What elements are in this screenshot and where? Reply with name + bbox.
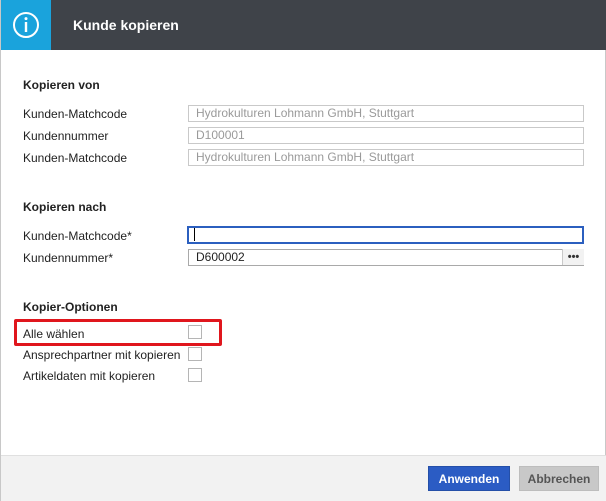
to-matchcode-label: Kunden-Matchcode* — [23, 229, 132, 243]
from-matchcode-field: Hydrokulturen Lohmann GmbH, Stuttgart — [188, 105, 584, 122]
to-number-input[interactable]: D600002 — [188, 249, 584, 266]
to-number-value: D600002 — [196, 250, 245, 264]
from-matchcode-label: Kunden-Matchcode — [23, 107, 128, 121]
dialog-titlebar: Kunde kopieren — [1, 0, 606, 50]
select-all-highlight-box — [14, 319, 222, 346]
option-articles-label: Artikeldaten mit kopieren — [23, 369, 156, 383]
from-number-label: Kundennummer — [23, 129, 109, 143]
to-matchcode-input[interactable] — [187, 226, 584, 244]
section-title-copy-to: Kopieren nach — [23, 200, 107, 214]
text-caret — [194, 228, 195, 241]
info-icon — [1, 0, 51, 50]
dialog-title: Kunde kopieren — [73, 17, 179, 33]
copy-customer-dialog: Kunde kopieren Kopieren von Kunden-Match… — [0, 0, 606, 501]
section-title-options: Kopier-Optionen — [23, 300, 118, 314]
to-number-label: Kundennummer* — [23, 251, 114, 265]
dialog-footer — [1, 455, 606, 501]
from-matchcode2-label: Kunden-Matchcode — [23, 151, 128, 165]
cancel-button[interactable]: Abbrechen — [519, 466, 599, 491]
from-number-field: D100001 — [188, 127, 584, 144]
from-matchcode2-field: Hydrokulturen Lohmann GmbH, Stuttgart — [188, 149, 584, 166]
number-lookup-button[interactable]: ••• — [562, 249, 584, 265]
option-contacts-checkbox[interactable] — [188, 347, 202, 361]
option-articles-checkbox[interactable] — [188, 368, 202, 382]
option-contacts-label: Ansprechpartner mit kopieren — [23, 348, 181, 362]
apply-button[interactable]: Anwenden — [428, 466, 510, 491]
section-title-copy-from: Kopieren von — [23, 78, 100, 92]
